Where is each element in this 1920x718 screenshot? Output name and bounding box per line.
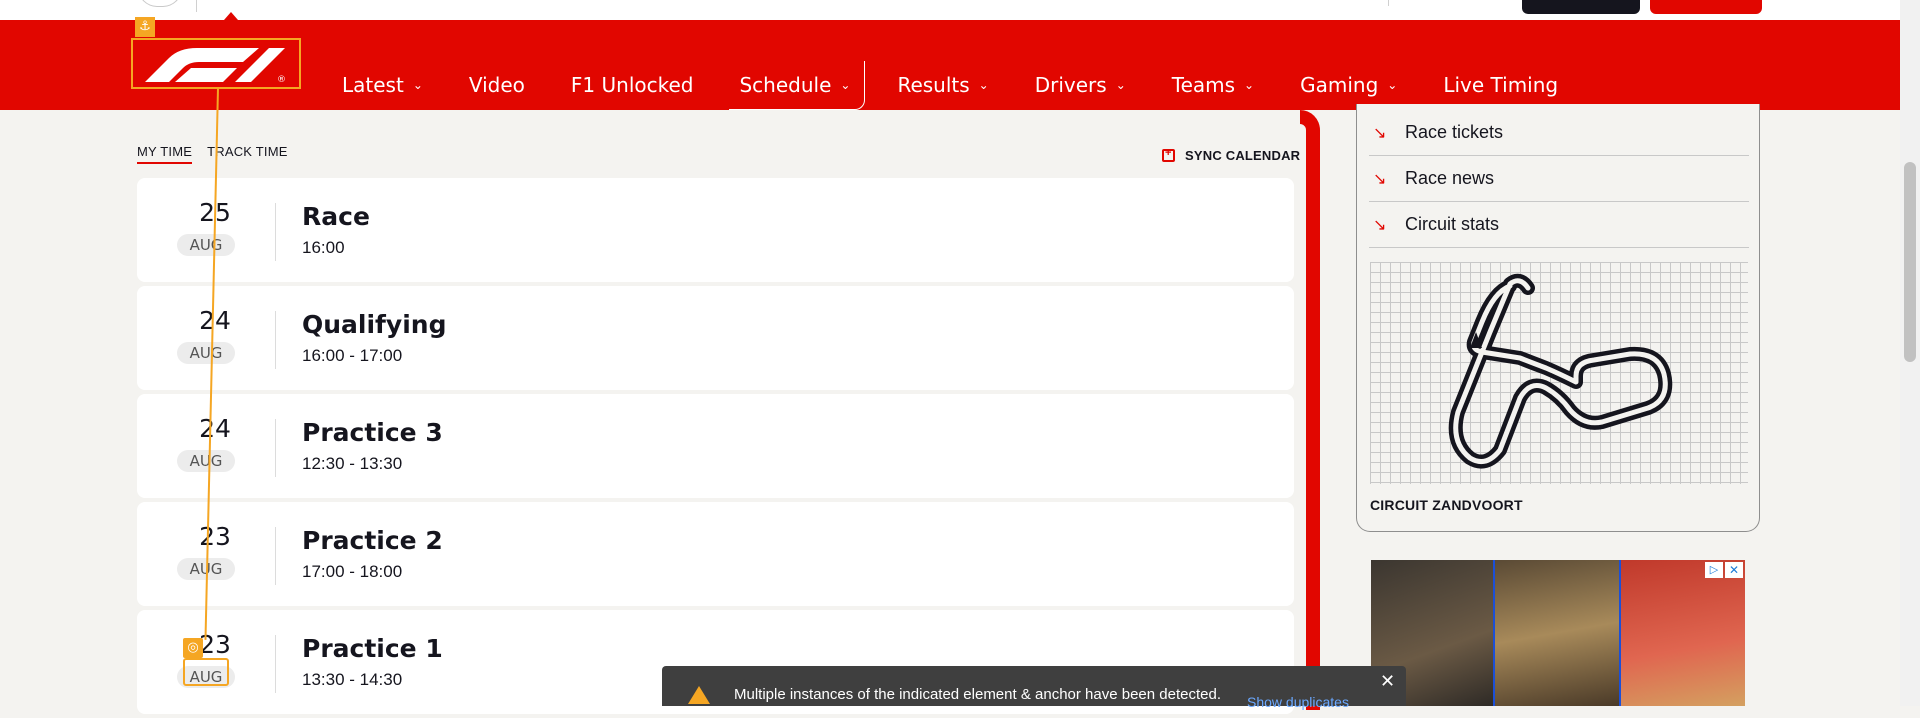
nav-item-drivers[interactable]: Drivers ⌄ (1035, 73, 1126, 97)
nav-item-label: Gaming (1300, 73, 1379, 97)
svg-text:®: ® (277, 75, 286, 84)
anchor-icon: ⚓ (135, 17, 155, 37)
caret-up-icon (224, 12, 238, 20)
element-highlight (183, 658, 229, 686)
nav-item-video[interactable]: Video (469, 73, 525, 97)
session-time: 12:30 - 13:30 (302, 454, 403, 473)
chevron-down-icon: ⌄ (412, 78, 423, 92)
session-name: Practice 3 (302, 418, 443, 447)
globe-icon[interactable] (138, 0, 182, 7)
calendar-add-icon (1162, 147, 1175, 162)
sign-in-button[interactable] (1522, 0, 1640, 14)
chevron-down-icon: ⌄ (978, 78, 989, 92)
close-icon[interactable]: ✕ (1380, 671, 1395, 692)
session-month-badge: AUG (177, 234, 235, 256)
sidebar-link-label: Circuit stats (1405, 214, 1500, 234)
nav-item-label: Latest (342, 73, 404, 97)
chevron-down-icon: ⌄ (1387, 78, 1398, 92)
arrow-down-right-icon: ↘ (1373, 216, 1387, 234)
sync-calendar-button[interactable]: SYNC CALENDAR (1162, 147, 1301, 163)
ad-panel[interactable] (1493, 560, 1621, 706)
sidebar-link-race-tickets[interactable]: ↘ Race tickets (1369, 110, 1749, 156)
top-utility-bar (0, 0, 1900, 20)
circuit-track-icon (1448, 273, 1673, 469)
session-day: 23 (199, 522, 231, 551)
session-row[interactable]: 24 AUG Qualifying 16:00 - 17:00 (137, 286, 1294, 390)
divider (1388, 0, 1389, 6)
session-time: 13:30 - 14:30 (302, 670, 403, 689)
nav-item-live-timing[interactable]: Live Timing (1443, 73, 1558, 97)
sidebar-link-label: Race tickets (1405, 122, 1504, 142)
circuit-map (1370, 262, 1748, 484)
nav-item-gaming[interactable]: Gaming ⌄ (1300, 73, 1397, 97)
chevron-down-icon: ⌄ (1115, 78, 1126, 92)
nav-item-schedule[interactable]: Schedule ⌄ (729, 60, 866, 110)
arrow-down-right-icon: ↘ (1373, 124, 1387, 142)
nav-item-label: Video (468, 73, 525, 97)
session-day: 24 (199, 306, 231, 335)
sync-calendar-label: SYNC CALENDAR (1185, 148, 1301, 163)
divider (275, 311, 276, 369)
session-row[interactable]: 24 AUG Practice 3 12:30 - 13:30 (137, 394, 1294, 498)
sidebar-links: ↘ Race tickets ↘ Race news ↘ Circuit stats (1369, 110, 1749, 248)
tab-my-time[interactable]: MY TIME (137, 144, 193, 164)
session-month-badge: AUG (177, 342, 235, 364)
arrow-down-right-icon: ↘ (1373, 170, 1387, 188)
session-time: 16:00 - 17:00 (302, 346, 403, 365)
toast-message: Multiple instances of the indicated elem… (734, 686, 1221, 703)
sidebar-link-label: Race news (1405, 168, 1495, 188)
show-duplicates-link[interactable]: Show duplicates (1247, 694, 1349, 710)
sidebar-link-race-news[interactable]: ↘ Race news (1369, 156, 1749, 202)
f1-logo[interactable]: ® (131, 38, 301, 89)
divider (275, 527, 276, 585)
chevron-down-icon: ⌄ (1244, 78, 1255, 92)
subscribe-button[interactable] (1650, 0, 1762, 14)
session-list: 25AUGRace16:0024AUGQualifying16:00 - 17:… (137, 178, 1294, 718)
session-month-badge: AUG (177, 450, 235, 472)
panel-red-border (1300, 110, 1320, 710)
session-time: 17:00 - 18:00 (302, 562, 403, 581)
nav-item-teams[interactable]: Teams ⌄ (1172, 73, 1254, 97)
session-name: Race (302, 202, 370, 231)
nav-item-latest[interactable]: Latest ⌄ (342, 73, 423, 97)
nav-item-label: Drivers (1034, 73, 1107, 97)
target-icon: ◎ (183, 638, 203, 658)
nav-item-label: F1 Unlocked (570, 73, 694, 97)
f1-logo-icon: ® (145, 48, 286, 84)
ad-close-icon[interactable]: ✕ (1725, 562, 1743, 578)
nav-item-label: Schedule (739, 72, 832, 97)
session-name: Practice 1 (302, 634, 443, 663)
scrollbar[interactable] (1900, 0, 1920, 706)
session-row[interactable]: 23AUGPractice 217:00 - 18:00 (137, 502, 1294, 606)
nav-item-f1-unlocked[interactable]: F1 Unlocked (571, 73, 694, 97)
circuit-name: CIRCUIT ZANDVOORT (1370, 497, 1523, 513)
timezone-tabs: MY TIME TRACK TIME (137, 144, 303, 164)
tab-track-time[interactable]: TRACK TIME (207, 144, 288, 164)
nav-item-results[interactable]: Results ⌄ (897, 73, 988, 97)
divider (275, 419, 276, 477)
session-name: Qualifying (302, 310, 447, 339)
session-time: 16:00 (302, 238, 345, 257)
session-row[interactable]: 25AUGRace16:00 (137, 178, 1294, 282)
warning-icon (688, 686, 710, 704)
advertisement[interactable]: ▷ ✕ (1371, 560, 1745, 706)
nav-item-label: Results (897, 73, 970, 97)
ad-choices-icon[interactable]: ▷ (1705, 562, 1723, 578)
ad-panel[interactable] (1621, 560, 1745, 706)
divider (196, 0, 197, 12)
scrollbar-thumb[interactable] (1904, 162, 1916, 362)
session-name: Practice 2 (302, 526, 443, 555)
session-day: 24 (199, 414, 231, 443)
chevron-down-icon: ⌄ (840, 77, 851, 92)
nav-item-label: Teams (1171, 73, 1236, 97)
divider (275, 203, 276, 261)
sidebar-link-circuit-stats[interactable]: ↘ Circuit stats (1369, 202, 1749, 248)
nav-item-label: Live Timing (1443, 73, 1559, 97)
divider (275, 635, 276, 693)
duplicate-warning-toast: Multiple instances of the indicated elem… (662, 666, 1406, 710)
